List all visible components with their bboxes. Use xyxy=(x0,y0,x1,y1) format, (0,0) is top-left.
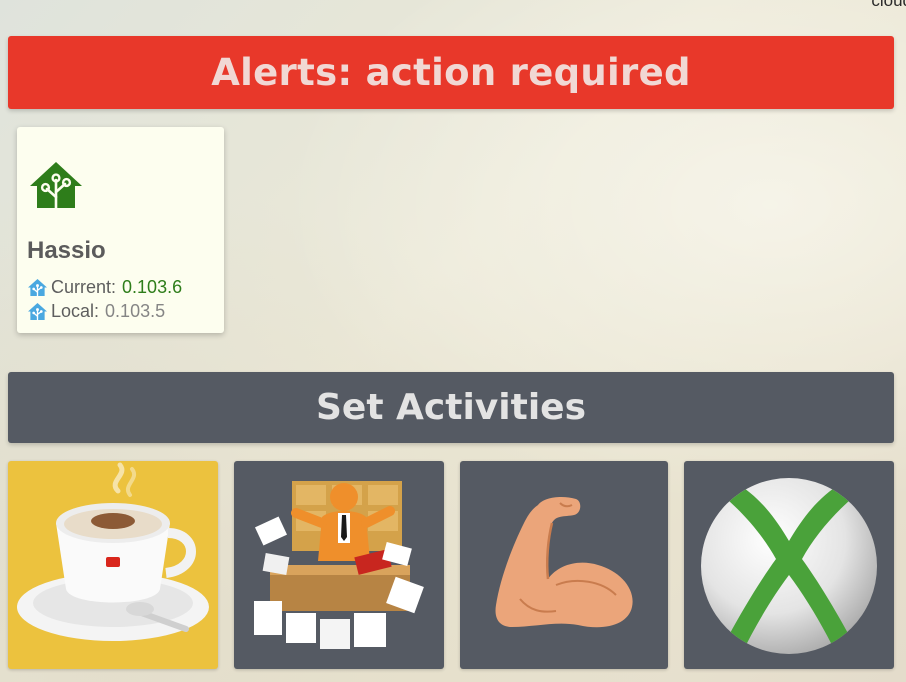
alerts-banner[interactable]: Alerts: action required xyxy=(8,36,894,109)
current-version: 0.103.6 xyxy=(122,277,183,297)
local-version-row: Local: 0.103.5 xyxy=(27,301,165,322)
home-assistant-small-icon xyxy=(28,278,47,297)
corner-text: cloud xyxy=(871,0,906,10)
activities-title: Set Activities xyxy=(315,387,587,428)
local-label: Local: xyxy=(51,301,100,321)
activities-banner: Set Activities xyxy=(8,372,894,443)
hassio-update-card[interactable]: Hassio Current: 0.103.6 Local: 0.103.5 xyxy=(17,127,224,333)
current-version-row: Current: 0.103.6 xyxy=(27,277,182,298)
flexed-arm-icon xyxy=(495,497,633,628)
card-title: Hassio xyxy=(27,237,106,264)
home-assistant-icon xyxy=(30,162,82,209)
activity-tile-gym[interactable] xyxy=(460,461,668,669)
coffee-cup-icon xyxy=(17,462,209,641)
activity-tile-coffee[interactable] xyxy=(8,461,218,669)
activity-tile-xbox[interactable] xyxy=(684,461,894,669)
paperwork-icon xyxy=(254,481,424,649)
local-version: 0.103.5 xyxy=(105,301,166,321)
activity-tile-work[interactable] xyxy=(234,461,444,669)
current-label: Current: xyxy=(51,277,117,297)
alerts-title: Alerts: action required xyxy=(211,51,691,94)
xbox-icon xyxy=(701,478,877,654)
home-assistant-small-icon xyxy=(28,302,47,321)
